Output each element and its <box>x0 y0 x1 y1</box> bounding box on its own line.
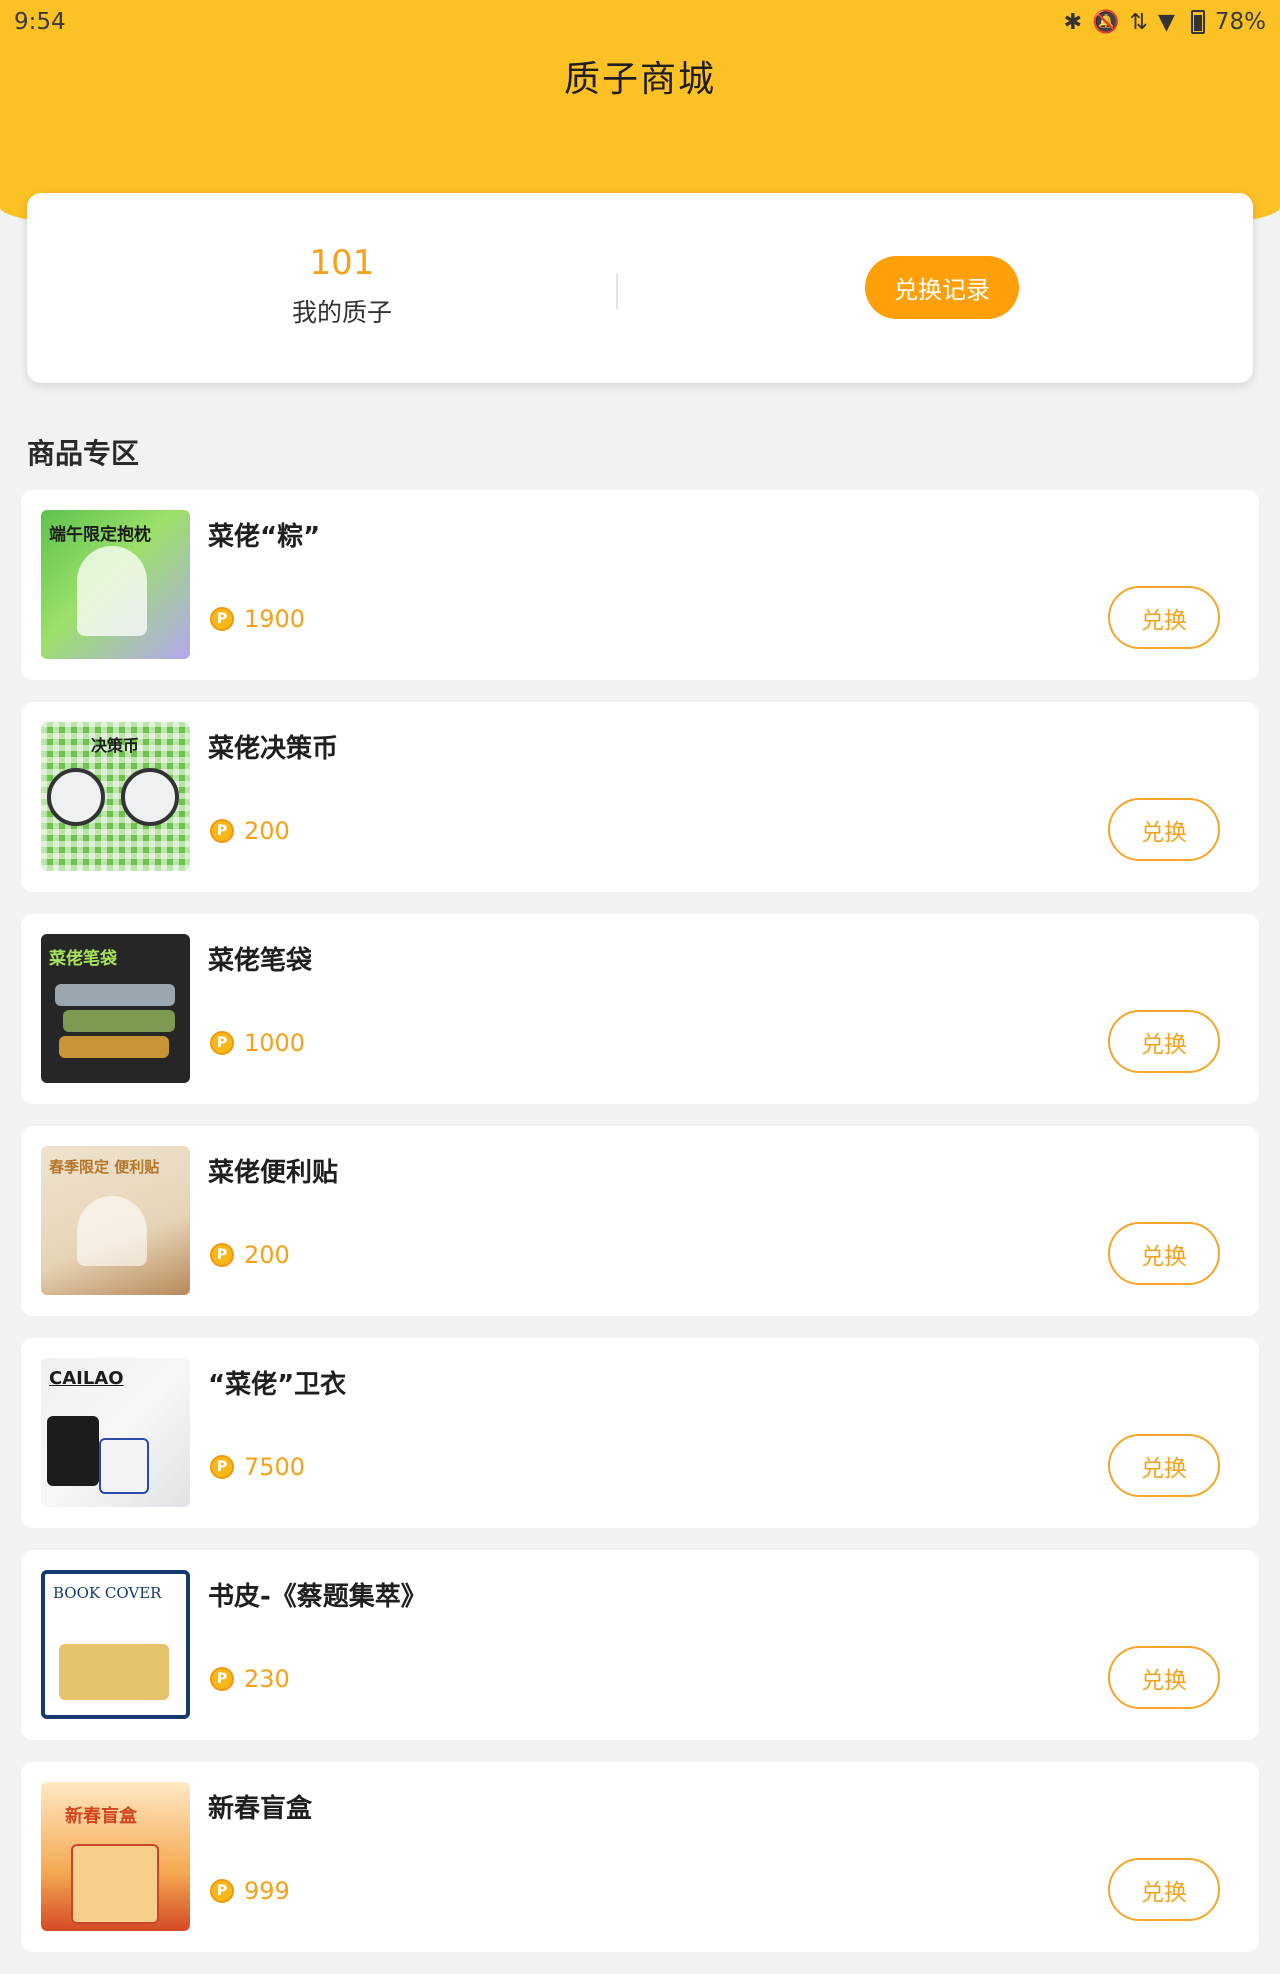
product-card[interactable]: CAILAO “菜佬”卫衣 P 7500 兑换 <box>21 1338 1259 1528</box>
product-card[interactable]: 新春盲盒 新春盲盒 P 999 兑换 <box>21 1762 1259 1952</box>
divider <box>616 273 618 309</box>
exchange-button[interactable]: 兑换 <box>1108 586 1220 649</box>
coin-icon: P <box>210 1455 234 1479</box>
status-time: 9:54 <box>14 9 66 35</box>
page-title: 质子商城 <box>563 59 716 100</box>
exchange-button[interactable]: 兑换 <box>1108 1646 1220 1709</box>
coin-icon: P <box>210 607 234 631</box>
product-thumbnail[interactable]: 决策币 <box>41 722 190 871</box>
exchange-button[interactable]: 兑换 <box>1108 798 1220 861</box>
product-name: 菜佬决策币 <box>208 734 339 764</box>
product-thumbnail[interactable]: BOOK COVER <box>41 1570 190 1719</box>
price-row: P 200 <box>210 817 290 845</box>
points-summary-card: 101 我的质子 兑换记录 <box>27 193 1253 383</box>
figure-shape <box>77 1196 147 1266</box>
price-value: 200 <box>244 1241 290 1269</box>
box-shape <box>71 1844 159 1924</box>
pouch-shape <box>55 984 175 1006</box>
thumbnail-caption: BOOK COVER <box>53 1584 162 1602</box>
product-card[interactable]: 春季限定 便利贴 菜佬便利贴 P 200 兑换 <box>21 1126 1259 1316</box>
pouch-shape <box>63 1010 175 1032</box>
points-value: 101 <box>309 243 375 283</box>
points-label: 我的质子 <box>291 298 392 327</box>
price-value: 230 <box>244 1665 290 1693</box>
exchange-button[interactable]: 兑换 <box>1108 1010 1220 1073</box>
bell-off-icon: 🔕 <box>1092 9 1120 35</box>
coin-icon: P <box>210 1667 234 1691</box>
figure-shape <box>77 546 147 636</box>
price-row: P 230 <box>210 1665 290 1693</box>
bluetooth-icon: ✱ <box>1063 9 1083 35</box>
shirt-shape <box>47 1416 99 1486</box>
status-bar: 9:54 ✱ 🔕 ⇅ ▼ 78% <box>0 0 1280 44</box>
thumbnail-caption: 决策币 <box>91 736 140 755</box>
product-card[interactable]: 端午限定抱枕 菜佬“粽” P 1900 兑换 <box>21 490 1259 680</box>
price-value: 7500 <box>244 1453 306 1481</box>
price-value: 1000 <box>244 1029 306 1057</box>
product-thumbnail[interactable]: 新春盲盒 <box>41 1782 190 1931</box>
coin-shape <box>47 768 105 826</box>
pouch-shape <box>59 1036 169 1058</box>
product-thumbnail[interactable]: 端午限定抱枕 <box>41 510 190 659</box>
product-card[interactable]: BOOK COVER 书皮-《蔡题集萃》 P 230 兑换 <box>21 1550 1259 1740</box>
price-value: 999 <box>244 1877 290 1905</box>
product-card[interactable]: 菜佬笔袋 菜佬笔袋 P 1000 兑换 <box>21 914 1259 1104</box>
thumbnail-caption: CAILAO <box>49 1368 124 1389</box>
exchange-button[interactable]: 兑换 <box>1108 1222 1220 1285</box>
wifi-icon: ▼ <box>1157 9 1175 35</box>
price-row: P 7500 <box>210 1453 305 1481</box>
product-thumbnail[interactable]: 春季限定 便利贴 <box>41 1146 190 1295</box>
exchange-button[interactable]: 兑换 <box>1108 1434 1220 1497</box>
thumbnail-caption: 新春盲盒 <box>65 1806 137 1827</box>
section-title: 商品专区 <box>27 437 140 470</box>
product-name: “菜佬”卫衣 <box>208 1370 347 1400</box>
book-shape <box>59 1644 169 1700</box>
coin-icon: P <box>210 1243 234 1267</box>
product-name: 新春盲盒 <box>208 1794 313 1824</box>
product-name: 菜佬便利贴 <box>208 1158 339 1188</box>
status-icons: ✱ 🔕 ⇅ ▼ 78% <box>1064 9 1266 35</box>
thumbnail-caption: 端午限定抱枕 <box>49 525 151 545</box>
price-row: P 999 <box>210 1877 290 1905</box>
shirt-shape <box>99 1438 149 1494</box>
battery-percent: 78% <box>1214 9 1266 35</box>
coin-icon: P <box>210 1031 234 1055</box>
exchange-button[interactable]: 兑换 <box>1108 1858 1220 1921</box>
product-thumbnail[interactable]: CAILAO <box>41 1358 190 1507</box>
product-name: 菜佬“粽” <box>208 522 321 552</box>
product-list: 端午限定抱枕 菜佬“粽” P 1900 兑换 决策币 菜佬决策币 P 200 兑… <box>21 490 1259 1974</box>
product-card[interactable]: 决策币 菜佬决策币 P 200 兑换 <box>21 702 1259 892</box>
battery-icon <box>1190 10 1205 34</box>
price-row: P 200 <box>210 1241 290 1269</box>
data-arrows-icon: ⇅ <box>1129 9 1148 35</box>
points-block: 101 我的质子 <box>227 243 457 329</box>
product-name: 书皮-《蔡题集萃》 <box>208 1582 427 1612</box>
thumbnail-caption: 春季限定 便利贴 <box>49 1158 160 1176</box>
price-value: 200 <box>244 817 290 845</box>
price-row: P 1000 <box>210 1029 305 1057</box>
product-name: 菜佬笔袋 <box>208 946 313 976</box>
price-value: 1900 <box>244 605 306 633</box>
thumbnail-caption: 菜佬笔袋 <box>49 949 117 969</box>
coin-icon: P <box>210 819 234 843</box>
product-thumbnail[interactable]: 菜佬笔袋 <box>41 934 190 1083</box>
exchange-history-button[interactable]: 兑换记录 <box>865 256 1019 319</box>
price-row: P 1900 <box>210 605 305 633</box>
coin-shape <box>121 768 179 826</box>
coin-icon: P <box>210 1879 234 1903</box>
